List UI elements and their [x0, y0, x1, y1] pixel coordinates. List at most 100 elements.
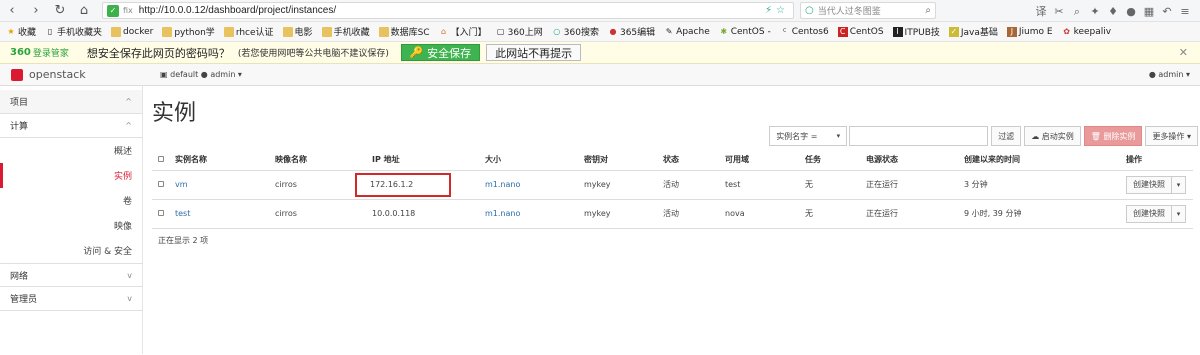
- chevron-up-icon: ^: [125, 97, 132, 106]
- bookmark-item[interactable]: ○ 360搜索: [552, 25, 599, 39]
- col-age[interactable]: 创建以来的时间: [964, 149, 1126, 171]
- col-task[interactable]: 任务: [805, 149, 866, 171]
- delete-instances-button[interactable]: 🗑 删除实例: [1083, 126, 1143, 146]
- forward-icon[interactable]: ›: [24, 3, 48, 18]
- col-zone[interactable]: 可用域: [725, 149, 805, 171]
- sidebar-item-volumes[interactable]: 卷: [0, 188, 142, 213]
- find-icon[interactable]: ⌕: [1068, 5, 1086, 19]
- home-icon[interactable]: ⌂: [72, 3, 96, 18]
- sidebar-item-access-security[interactable]: 访问 & 安全: [0, 238, 142, 263]
- cell-task: 无: [805, 199, 866, 229]
- filter-input[interactable]: [849, 126, 989, 146]
- bookmark-item[interactable]: ★ 收藏: [6, 25, 36, 39]
- bookmark-item[interactable]: J Jiumo E: [1006, 26, 1053, 37]
- bookmark-item[interactable]: python学: [162, 25, 215, 38]
- check-icon: ✓: [948, 26, 959, 37]
- sidebar-group-network[interactable]: 网络 v: [0, 263, 142, 287]
- password-save-bar: 360 登录管家 想安全保存此网页的密码吗？ (若您使用网吧等公共电脑不建议保存…: [0, 42, 1200, 64]
- undo-icon[interactable]: ↶: [1158, 5, 1176, 18]
- instance-name-link[interactable]: test: [175, 199, 275, 229]
- col-status[interactable]: 状态: [663, 149, 725, 171]
- search-input[interactable]: 当代人过冬图鉴: [818, 4, 881, 17]
- create-snapshot-button[interactable]: 创建快照: [1126, 204, 1172, 223]
- sidebar-item-images[interactable]: 映像: [0, 213, 142, 238]
- row-checkbox[interactable]: [158, 181, 164, 187]
- scissors-icon[interactable]: ✂: [1050, 5, 1068, 18]
- col-ip[interactable]: IP 地址: [372, 149, 485, 171]
- bookmark-item[interactable]: rhce认证: [223, 25, 274, 38]
- bookmark-item[interactable]: ✿ keepaliv: [1062, 27, 1111, 37]
- bookmark-item[interactable]: 数据库SC: [378, 25, 430, 38]
- folder-icon: [282, 26, 293, 37]
- col-name[interactable]: 实例名称: [175, 149, 275, 171]
- flavor-link[interactable]: m1.nano: [485, 170, 584, 200]
- col-power[interactable]: 电源状态: [866, 149, 964, 171]
- filter-button[interactable]: 过滤: [991, 126, 1022, 146]
- bookmark-item[interactable]: C CentOS: [837, 26, 884, 37]
- sidebar-group-compute[interactable]: 计算 ^: [0, 114, 142, 138]
- sidebar-item-instances[interactable]: 实例: [0, 163, 142, 188]
- col-size[interactable]: 大小: [485, 149, 584, 171]
- filter-select[interactable]: 实例名字 = ▾: [769, 126, 848, 146]
- bookmark-item[interactable]: ✎ Apache: [664, 27, 710, 37]
- translate-icon[interactable]: 译: [1032, 3, 1050, 19]
- cell-ip: 10.0.0.118: [372, 199, 485, 229]
- instance-name-link[interactable]: vm: [175, 170, 275, 200]
- bookmark-item[interactable]: docker: [111, 26, 153, 37]
- extension-icons: 译 ✂ ⌕ ✦ ♦ ● ▦ ↶ ≡: [1032, 3, 1194, 19]
- search-box[interactable]: ○ 当代人过冬图鉴 ⌕: [800, 2, 936, 19]
- search360-icon: ○: [553, 26, 561, 36]
- user-menu[interactable]: ● admin ▾: [1149, 70, 1190, 79]
- address-tools-icon[interactable]: ⚡☆: [765, 5, 789, 16]
- logo-login-manager: 登录管家: [32, 49, 69, 59]
- bookmark-item[interactable]: ● 365编辑: [608, 25, 655, 39]
- grid-icon[interactable]: ▦: [1140, 5, 1158, 18]
- safe-save-button[interactable]: 🔑 安全保存: [400, 44, 481, 61]
- col-keypair[interactable]: 密钥对: [584, 149, 663, 171]
- row-checkbox[interactable]: [158, 210, 164, 216]
- shield-ext-icon[interactable]: ♦: [1104, 5, 1122, 18]
- bookmark-item[interactable]: ✓ Java基础: [948, 25, 998, 38]
- table-actions: 实例名字 = ▾ 过滤 ☁ 启动实例 🗑 删除实例 更多操作 ▾: [769, 126, 1198, 146]
- bookmark-item[interactable]: ꟲ Centos6: [780, 27, 829, 37]
- bookmark-item[interactable]: ✱ CentOS -: [719, 27, 770, 37]
- back-icon[interactable]: ‹: [0, 3, 24, 18]
- magnifier-icon[interactable]: ⌕: [925, 5, 931, 16]
- select-all-checkbox[interactable]: [158, 155, 164, 162]
- save-question: 想安全保存此网页的密码吗？: [86, 46, 230, 60]
- reload-icon[interactable]: ↻: [48, 3, 72, 18]
- circle-icon[interactable]: ●: [1122, 5, 1140, 18]
- folder-icon: [111, 26, 122, 37]
- dropdown-caret-icon[interactable]: ▾: [1172, 204, 1186, 223]
- itpub-icon: I: [892, 26, 903, 37]
- bookmark-item[interactable]: I ITPUB技: [892, 25, 940, 38]
- bookmark-item[interactable]: 电影: [282, 25, 313, 38]
- cell-status: 活动: [663, 170, 725, 200]
- url-text[interactable]: http://10.0.0.12/dashboard/project/insta…: [139, 5, 336, 16]
- flavor-link[interactable]: m1.nano: [485, 199, 584, 229]
- sidebar-item-overview[interactable]: 概述: [0, 138, 142, 163]
- bookmark-item[interactable]: ▢ 360上网: [496, 25, 543, 39]
- cell-keypair: mykey: [584, 199, 663, 229]
- bookmark-item[interactable]: ⌂ 【入门】: [439, 25, 487, 39]
- bookmark-item[interactable]: ▯ 手机收藏夹: [45, 25, 102, 39]
- browser-toolbar: ‹ › ↻ ⌂ ✓ fix http://10.0.0.12/dashboard…: [0, 0, 1200, 22]
- cell-power: 正在运行: [866, 170, 964, 200]
- never-prompt-button[interactable]: 此网站不再提示: [486, 44, 582, 61]
- sidebar-group-project[interactable]: 项目 ^: [0, 90, 142, 114]
- dropdown-caret-icon[interactable]: ▾: [1172, 175, 1186, 194]
- table-row: test cirros 10.0.0.118 m1.nano mykey 活动 …: [152, 199, 1193, 229]
- launch-instance-button[interactable]: ☁ 启动实例: [1024, 126, 1081, 146]
- create-snapshot-button[interactable]: 创建快照: [1126, 175, 1172, 194]
- menu-icon[interactable]: ≡: [1176, 5, 1194, 18]
- more-actions-button[interactable]: 更多操作 ▾: [1145, 126, 1198, 146]
- sidebar-group-admin[interactable]: 管理员 v: [0, 287, 142, 311]
- bookmark-item[interactable]: 手机收藏: [321, 25, 370, 38]
- phone-icon: ▯: [47, 26, 53, 36]
- game-icon[interactable]: ✦: [1086, 5, 1104, 18]
- openstack-logo[interactable]: openstack: [0, 68, 150, 81]
- col-image[interactable]: 映像名称: [275, 149, 372, 171]
- project-selector[interactable]: ▣ default ● admin ▾: [160, 70, 242, 79]
- address-bar[interactable]: ✓ fix http://10.0.0.12/dashboard/project…: [102, 2, 794, 19]
- close-icon[interactable]: ✕: [1179, 46, 1188, 59]
